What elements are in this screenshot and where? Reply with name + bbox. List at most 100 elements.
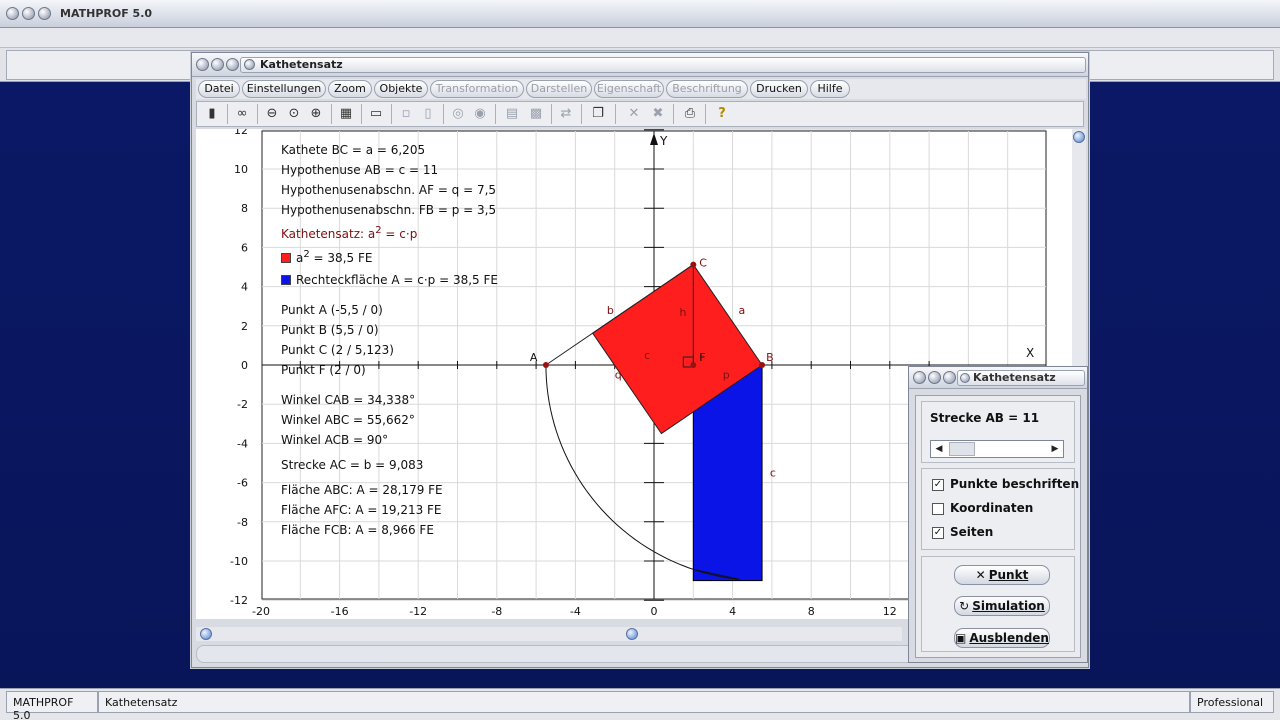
hide-icon: ▣ <box>955 631 967 645</box>
window-orb-icon[interactable] <box>38 7 51 20</box>
checkbox-punkte-beschriften[interactable]: ✓ <box>932 479 944 491</box>
menu-beschriftung[interactable]: Beschriftung <box>666 80 748 98</box>
scroll-thumb[interactable] <box>626 628 638 640</box>
kathetensatz-dialog: Kathetensatz Strecke AB = 11 ◀ ▶ ✓ Punkt… <box>908 366 1088 663</box>
print-icon[interactable]: ⎙ <box>681 105 699 123</box>
zoom-out-icon[interactable]: ⊖ <box>263 105 281 123</box>
strecke-slider[interactable]: ◀ ▶ <box>930 440 1064 458</box>
exit-icon[interactable]: ▮ <box>203 105 221 123</box>
x-tick-label: -4 <box>570 605 581 618</box>
buttons-group: ✕ Punkt ↻ Simulation ▣ Ausblenden <box>921 556 1075 652</box>
scroll-thumb[interactable] <box>1073 131 1085 143</box>
slider-left-arrow-icon[interactable]: ◀ <box>931 441 947 457</box>
menu-datei[interactable]: Datei <box>198 80 240 98</box>
menu-transformation[interactable]: Transformation <box>430 80 524 98</box>
zoom-in-icon[interactable]: ⊕ <box>307 105 325 123</box>
delete-all-icon[interactable]: ✖ <box>649 105 667 123</box>
checkbox-label[interactable]: Koordinaten <box>950 501 1033 515</box>
zoom-reset-icon[interactable]: ⊙ <box>285 105 303 123</box>
window-orb-icon[interactable] <box>196 58 209 71</box>
grid-medium-icon[interactable]: ▯ <box>419 105 437 123</box>
y-axis-label: Y <box>659 134 668 148</box>
point-a <box>542 362 549 368</box>
refresh-icon: ↻ <box>959 599 970 613</box>
window-icon[interactable]: ▭ <box>367 105 385 123</box>
segment-label-a: a <box>738 304 745 317</box>
menu-einstellungen[interactable]: Einstellungen <box>242 80 326 98</box>
x-tick-label: -8 <box>491 605 502 618</box>
table-icon[interactable]: ▤ <box>503 105 521 123</box>
y-tick-label: 0 <box>241 359 248 372</box>
ausblenden-button-label: Ausblenden <box>969 631 1049 645</box>
transfer-icon[interactable]: ⇄ <box>557 105 575 123</box>
circle-target-icon[interactable]: ◉ <box>471 105 489 123</box>
status-module: Kathetensatz <box>98 691 1190 713</box>
binoculars-icon[interactable]: ∞ <box>233 105 251 123</box>
cross-icon: ✕ <box>975 568 986 582</box>
menu-darstellen[interactable]: Darstellen <box>526 80 592 98</box>
window-titlebar[interactable]: Kathetensatz <box>192 53 1088 77</box>
y-tick-label: -6 <box>237 477 248 490</box>
menu-eigenschaft[interactable]: Eigenschaft <box>594 80 664 98</box>
slider-thumb[interactable] <box>949 442 975 456</box>
image-icon[interactable]: ▩ <box>527 105 545 123</box>
info-punkt-a: Punkt A (-5,5 / 0) <box>281 303 383 317</box>
x-tick-label: -12 <box>409 605 427 618</box>
window-orb-icon[interactable] <box>6 7 19 20</box>
help-icon[interactable]: ? <box>713 105 731 123</box>
segment-label-q: q <box>615 369 622 382</box>
point-f <box>690 362 697 368</box>
slider-right-arrow-icon[interactable]: ▶ <box>1047 441 1063 457</box>
x-tick-label: -20 <box>252 605 270 618</box>
info-hypotenuse: Hypothenuse AB = c = 11 <box>281 163 439 177</box>
info-winkel-acb: Winkel ACB = 90° <box>281 433 389 447</box>
checkbox-koordinaten[interactable] <box>932 503 944 515</box>
point-label-c: C <box>699 257 707 270</box>
y-tick-label: -8 <box>237 516 248 529</box>
window-orb-icon[interactable] <box>22 7 35 20</box>
info-flaeche-afc: Fläche AFC: A = 19,213 FE <box>281 503 442 517</box>
info-square-area: a2 = 38,5 FE <box>281 249 372 265</box>
info-punkt-c: Punkt C (2 / 5,123) <box>281 343 394 357</box>
menu-hilfe[interactable]: Hilfe <box>810 80 850 98</box>
checkbox-label[interactable]: Punkte beschriften <box>950 477 1079 491</box>
window-orb-icon[interactable] <box>211 58 224 71</box>
title-orb-icon <box>960 373 970 383</box>
window-orb-icon[interactable] <box>928 371 941 384</box>
punkt-button[interactable]: ✕ Punkt <box>954 565 1050 585</box>
checkbox-label[interactable]: Seiten <box>950 525 993 539</box>
y-tick-label: -2 <box>237 398 248 411</box>
delete-point-icon[interactable]: ✕ <box>625 105 643 123</box>
grid-small-icon[interactable]: ▫ <box>397 105 415 123</box>
y-tick-label: -4 <box>237 437 248 450</box>
x-tick-label: 4 <box>729 605 736 618</box>
copy-icon[interactable]: ❐ <box>589 105 607 123</box>
title-slot <box>240 57 1086 73</box>
window-orb-icon[interactable] <box>226 58 239 71</box>
point-b <box>759 362 766 368</box>
menu-drucken[interactable]: Drucken <box>750 80 808 98</box>
checkbox-seiten[interactable]: ✓ <box>932 527 944 539</box>
segment-label-p: p <box>723 369 730 382</box>
ausblenden-button[interactable]: ▣ Ausblenden <box>954 628 1050 648</box>
menu-objekte[interactable]: Objekte <box>374 80 428 98</box>
horizontal-scrollbar[interactable] <box>196 627 902 641</box>
punkt-button-label: Punkt <box>988 568 1029 582</box>
scroll-left-thumb[interactable] <box>200 628 212 640</box>
y-tick-label: 2 <box>241 320 248 333</box>
x-axis-label: X <box>1026 346 1034 360</box>
y-tick-label: 8 <box>241 202 248 215</box>
simulation-button[interactable]: ↻ Simulation <box>954 596 1050 616</box>
x-tick-label: 8 <box>808 605 815 618</box>
menu-zoom[interactable]: Zoom <box>328 80 372 98</box>
dialog-body: Strecke AB = 11 ◀ ▶ ✓ Punkte beschriften… <box>915 395 1081 658</box>
window-orb-icon[interactable] <box>913 371 926 384</box>
settings-icon[interactable]: ▦ <box>337 105 355 123</box>
circle-icon[interactable]: ◎ <box>449 105 467 123</box>
point-label-f: F <box>699 351 705 364</box>
window-menubar: Datei Einstellungen Zoom Objekte Transfo… <box>196 79 1086 99</box>
dialog-titlebar[interactable]: Kathetensatz <box>909 367 1087 389</box>
segment-label-h: h <box>680 306 687 319</box>
window-orb-icon[interactable] <box>943 371 956 384</box>
x-tick-label: 12 <box>883 605 897 618</box>
